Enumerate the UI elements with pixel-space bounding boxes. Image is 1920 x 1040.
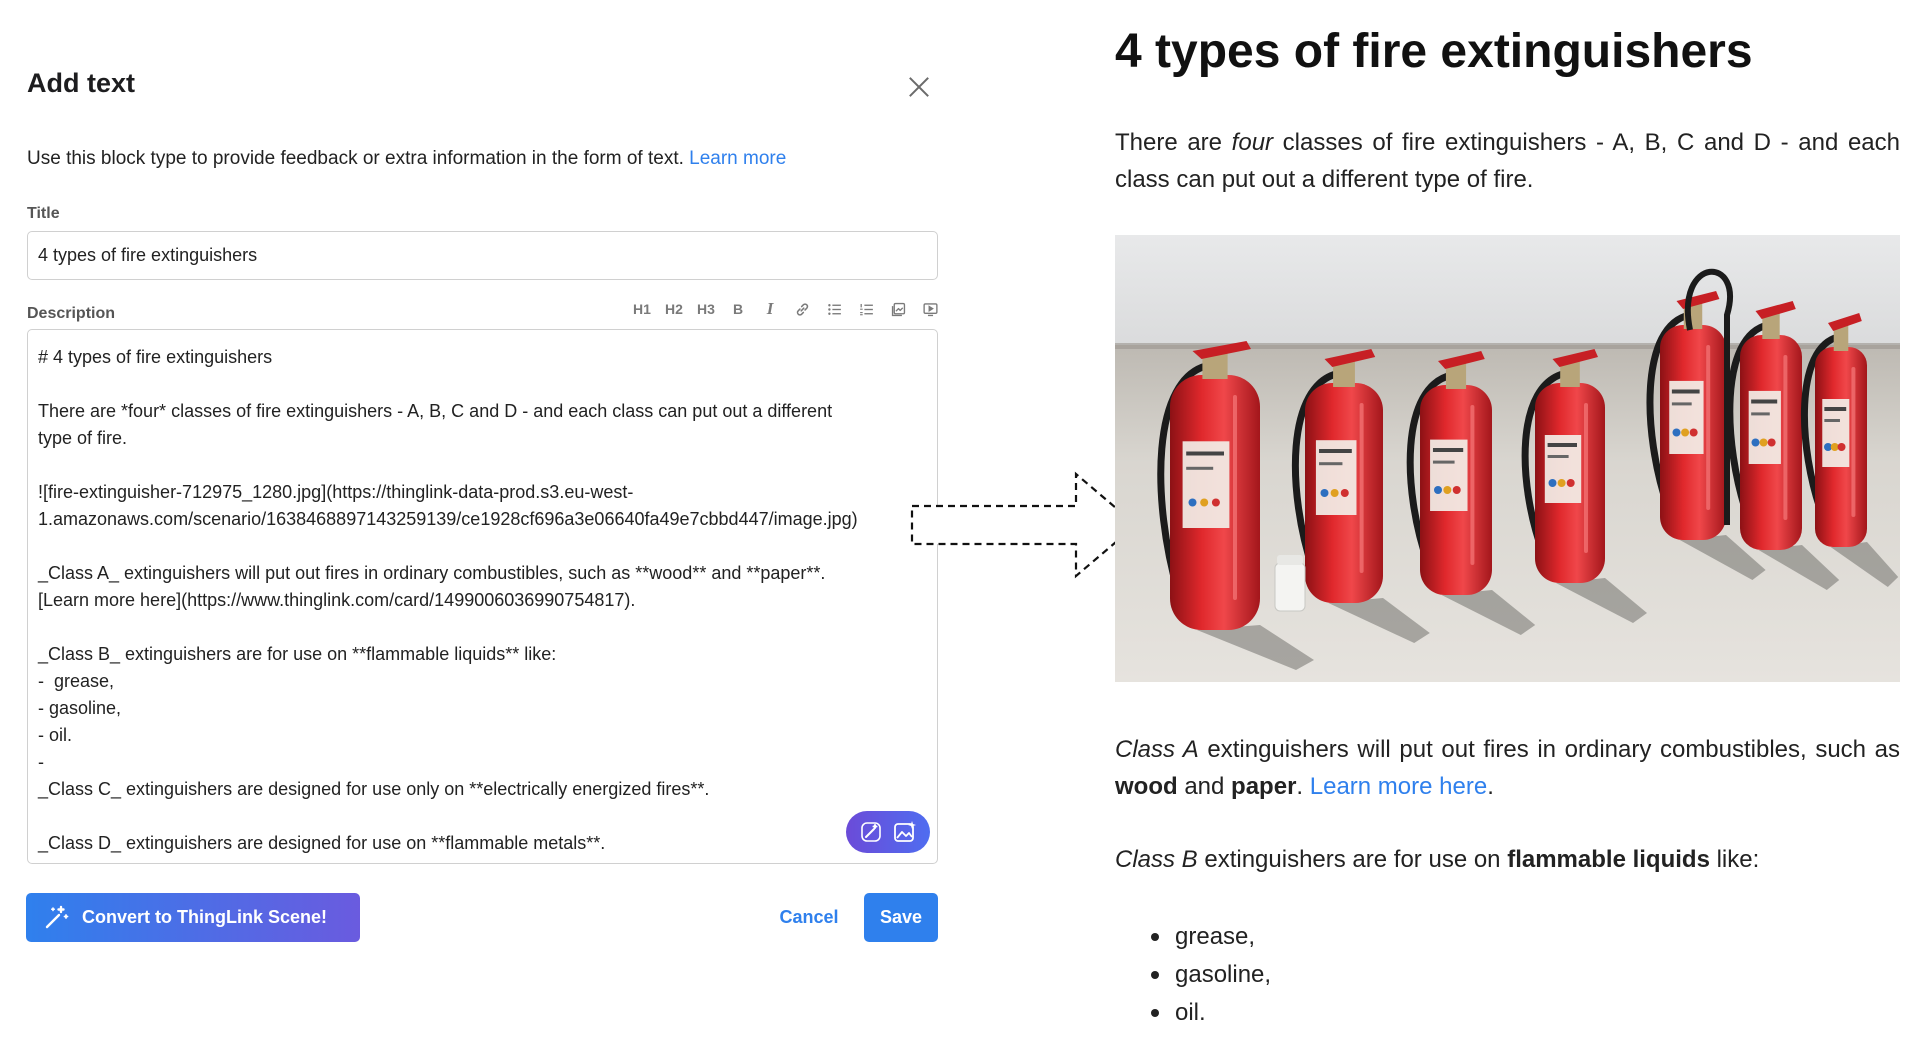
list-item: gasoline,: [1115, 956, 1271, 994]
description-line: ![fire-extinguisher-712975_1280.jpg](htt…: [38, 482, 634, 502]
paper-bold: paper: [1231, 773, 1297, 800]
learn-more-link[interactable]: Learn more: [689, 148, 786, 169]
description-line: There are *four* classes of fire extingu…: [38, 401, 833, 421]
rendered-preview: 4 types of fire extinguishers There are …: [1115, 0, 1900, 1040]
flammable-liquids-bold: flammable liquids: [1507, 846, 1710, 873]
description-line: 1.amazonaws.com/scenario/163846889714325…: [38, 509, 858, 529]
p1-emphasis: four: [1231, 129, 1274, 156]
description-line: [38, 803, 927, 830]
image-icon[interactable]: [882, 297, 914, 321]
p2-end: .: [1487, 773, 1494, 800]
description-line: [38, 614, 927, 641]
magic-wand-icon: [45, 905, 69, 928]
video-icon[interactable]: [914, 297, 946, 321]
p2-text: extinguishers will put out fires in ordi…: [1198, 736, 1900, 763]
bullet-list-icon[interactable]: [818, 297, 850, 321]
italic-button[interactable]: I: [754, 297, 786, 321]
class-a-label: Class A: [1115, 736, 1199, 763]
description-line: [38, 533, 927, 560]
modal-intro: Use this block type to provide feedback …: [27, 148, 786, 170]
link-icon[interactable]: [786, 297, 818, 321]
description-label: Description: [27, 305, 116, 322]
p3-text: extinguishers are for use on: [1197, 846, 1508, 873]
p3-text-end: like:: [1709, 846, 1760, 873]
preview-paragraph-class-b: Class B extinguishers are for use on fla…: [1115, 841, 1900, 878]
save-button[interactable]: Save: [864, 893, 938, 942]
formatting-toolbar: H1 H2 H3 B I: [626, 297, 946, 321]
description-line: - gasoline,: [38, 698, 122, 718]
white-bottle: [1274, 562, 1306, 612]
preview-heading: 4 types of fire extinguishers: [1115, 25, 1753, 78]
numbered-list-icon[interactable]: [850, 297, 882, 321]
wood-bold: wood: [1115, 773, 1178, 800]
description-line: # 4 types of fire extinguishers: [38, 347, 273, 367]
description-line: [38, 452, 927, 479]
description-line: type of fire.: [38, 428, 128, 448]
h1-button[interactable]: H1: [626, 297, 658, 321]
p2-text-and: and: [1177, 773, 1232, 800]
description-line: _Class B_ extinguishers are for use on *…: [38, 644, 557, 664]
description-line: - grease,: [38, 671, 115, 691]
description-line: _Class D_ extinguishers are designed for…: [38, 833, 606, 853]
p2-text-period: .: [1296, 773, 1310, 800]
title-input[interactable]: [27, 231, 938, 280]
convert-label: Convert to ThingLink Scene!: [82, 907, 328, 927]
magic-wand-icon[interactable]: [856, 817, 886, 847]
cancel-button[interactable]: Cancel: [764, 893, 854, 942]
dashed-arrow: [910, 471, 1138, 579]
modal-title: Add text: [27, 68, 135, 98]
ai-image-icon[interactable]: [890, 817, 920, 847]
learn-more-here-link[interactable]: Learn more here: [1310, 773, 1487, 800]
white-bottle-cap: [1277, 555, 1303, 565]
h3-button[interactable]: H3: [690, 297, 722, 321]
description-line: [Learn more here](https://www.thinglink.…: [38, 590, 636, 610]
class-b-label: Class B: [1115, 846, 1198, 873]
list-item: grease,: [1115, 918, 1271, 956]
description-line: -: [38, 752, 44, 772]
description-content: # 4 types of fire extinguishers There are…: [38, 344, 927, 857]
convert-to-thinglink-scene-button[interactable]: Convert to ThingLink Scene!: [26, 893, 360, 942]
description-line: _Class A_ extinguishers will put out fir…: [38, 563, 826, 583]
description-line: - oil.: [38, 725, 73, 745]
list-item: oil.: [1115, 994, 1271, 1032]
description-line: [38, 371, 927, 398]
preview-bullet-list: grease, gasoline, oil.: [1115, 918, 1271, 1032]
intro-text: Use this block type to provide feedback …: [27, 148, 690, 169]
close-icon[interactable]: [906, 74, 932, 100]
add-text-modal: Add text Use this block type to provide …: [0, 0, 960, 1040]
preview-paragraph-intro: There are four classes of fire extinguis…: [1115, 124, 1900, 198]
title-label: Title: [27, 205, 60, 222]
fire-extinguishers-photo: [1115, 235, 1900, 682]
description-textarea[interactable]: # 4 types of fire extinguishers There are…: [27, 329, 938, 864]
h2-button[interactable]: H2: [658, 297, 690, 321]
bold-button[interactable]: B: [722, 297, 754, 321]
preview-paragraph-class-a: Class A extinguishers will put out fires…: [1115, 731, 1900, 805]
description-line: _Class C_ extinguishers are designed for…: [38, 779, 710, 799]
ai-tools-pill: [846, 811, 930, 853]
p1-text: There are: [1115, 129, 1232, 156]
